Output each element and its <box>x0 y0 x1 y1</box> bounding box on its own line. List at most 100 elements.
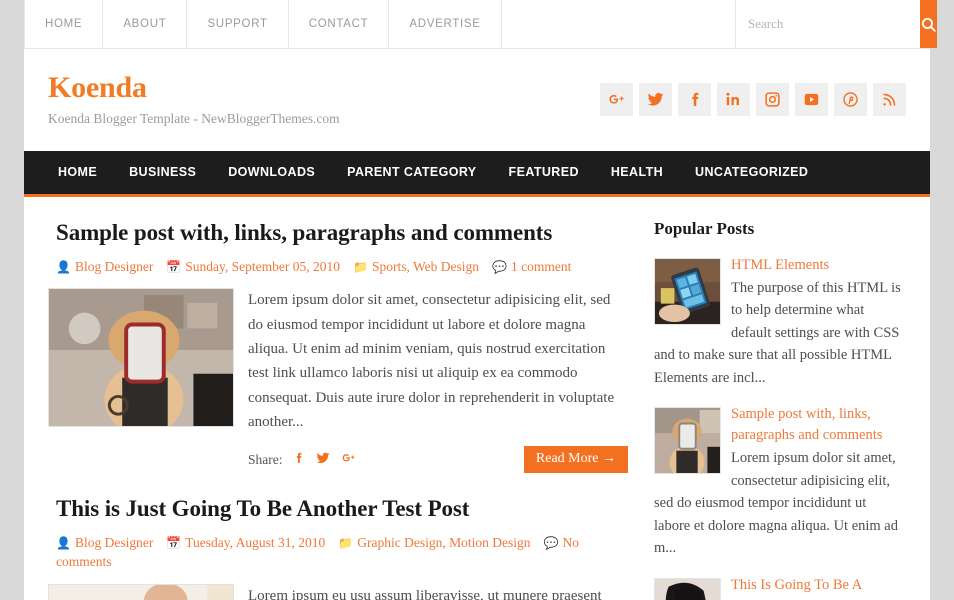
folder-icon: 📁 <box>353 259 368 274</box>
post-excerpt: Lorem ipsum eu usu assum liberavisse, ut… <box>248 587 602 600</box>
main-navigation: HOME BUSINESS DOWNLOADS PARENT CATEGORY … <box>24 151 930 197</box>
post-meta: 👤 Blog Designer 📅 Tuesday, August 31, 2010 📁… <box>56 533 628 572</box>
user-icon: 👤 <box>56 535 71 550</box>
post-title[interactable]: This is Just Going To Be Another Test Po… <box>56 495 628 524</box>
popular-post-item: HTML Elements The purpose of this HTML i… <box>654 255 906 389</box>
rss-icon <box>883 93 896 106</box>
mainnav-item-business[interactable]: BUSINESS <box>113 151 212 194</box>
social-instagram[interactable] <box>756 82 789 116</box>
post-comments-link[interactable]: 1 comment <box>511 259 571 274</box>
post-excerpt: Lorem ipsum dolor sit amet, consectetur … <box>248 292 615 430</box>
share-icons <box>292 451 356 469</box>
mainnav-item-downloads[interactable]: DOWNLOADS <box>212 151 331 194</box>
topnav-item-about[interactable]: ABOUT <box>103 0 188 48</box>
calendar-icon: 📅 <box>166 535 182 550</box>
brand[interactable]: Koenda Koenda Blogger Template - NewBlog… <box>48 71 600 127</box>
social-facebook[interactable] <box>678 82 711 116</box>
post-date-link[interactable]: Sunday, September 05, 2010 <box>185 259 340 274</box>
search-button[interactable] <box>920 0 937 48</box>
post-body: Lorem ipsum eu usu assum liberavisse, ut… <box>48 583 628 600</box>
top-navigation: HOME ABOUT SUPPORT CONTACT ADVERTISE <box>24 0 502 48</box>
social-youtube[interactable] <box>795 82 828 116</box>
post-thumbnail[interactable] <box>48 583 234 600</box>
top-bar: HOME ABOUT SUPPORT CONTACT ADVERTISE <box>24 0 937 49</box>
post-thumbnail-image <box>49 584 233 600</box>
site-title: Koenda <box>48 71 147 104</box>
post-categories-link[interactable]: Sports, Web Design <box>372 259 479 274</box>
post-list: Sample post with, links, paragraphs and … <box>48 219 628 600</box>
social-pinterest[interactable] <box>834 82 867 116</box>
social-google-plus[interactable] <box>600 82 633 116</box>
popular-post-thumbnail-image <box>655 578 720 600</box>
popular-post-item: Sample post with, links, paragraphs and … <box>654 404 906 559</box>
user-icon: 👤 <box>56 259 71 274</box>
comment-icon: 💬 <box>543 535 559 550</box>
topnav-item-home[interactable]: HOME <box>24 0 104 48</box>
widget-title: Popular Posts <box>654 219 755 238</box>
popular-post-thumbnail-image <box>655 408 720 474</box>
post-thumbnail[interactable] <box>48 288 234 428</box>
post-excerpt-column: Lorem ipsum eu usu assum liberavisse, ut… <box>248 584 628 600</box>
post-author: 👤 Blog Designer <box>56 535 153 550</box>
social-twitter[interactable] <box>639 82 672 116</box>
post-title[interactable]: Sample post with, links, paragraphs and … <box>56 219 628 248</box>
post-categories: 📁 Sports, Web Design <box>353 259 479 274</box>
search-input[interactable] <box>736 0 920 48</box>
post-thumbnail-image <box>49 289 233 427</box>
content-area: Sample post with, links, paragraphs and … <box>24 197 930 600</box>
post-meta: 👤 Blog Designer 📅 Sunday, September 05, 201… <box>56 257 628 277</box>
site-header: Koenda Koenda Blogger Template - NewBlog… <box>24 49 930 151</box>
popular-posts-widget: Popular Posts HTML Elements The purpose … <box>654 219 906 600</box>
popular-post-thumbnail[interactable] <box>654 258 721 325</box>
post-share-row: Share: Read More → <box>248 446 628 474</box>
sidebar: Popular Posts HTML Elements The purpose … <box>654 219 906 600</box>
post-date: 📅 Tuesday, August 31, 2010 <box>166 535 325 550</box>
topnav-item-contact[interactable]: CONTACT <box>289 0 390 48</box>
linkedin-icon <box>726 92 739 105</box>
post-date: 📅 Sunday, September 05, 2010 <box>166 259 340 274</box>
read-more-button[interactable]: Read More → <box>523 446 628 474</box>
mainnav-item-uncategorized[interactable]: UNCATEGORIZED <box>679 151 824 194</box>
page-root: HOME ABOUT SUPPORT CONTACT ADVERTISE Sea… <box>0 0 954 600</box>
post-comments: 💬 1 comment <box>492 259 571 274</box>
post-excerpt-column: Lorem ipsum dolor sit amet, consectetur … <box>248 288 628 474</box>
post-date-link[interactable]: Tuesday, August 31, 2010 <box>185 535 325 550</box>
youtube-icon <box>804 93 819 105</box>
post-author-link[interactable]: Blog Designer <box>75 259 153 274</box>
popular-post-item: This Is Going To Be A Decent Length Titl… <box>654 575 906 600</box>
site-container: HOME ABOUT SUPPORT CONTACT ADVERTISE Sea… <box>24 0 937 600</box>
calendar-icon: 📅 <box>166 259 182 274</box>
folder-icon: 📁 <box>338 535 354 550</box>
post-item: This is Just Going To Be Another Test Po… <box>48 495 628 600</box>
twitter-icon <box>316 452 329 463</box>
mainnav-item-featured[interactable]: FEATURED <box>493 151 595 194</box>
facebook-icon <box>692 92 699 106</box>
pinterest-icon <box>843 91 858 107</box>
share-twitter[interactable] <box>316 451 330 469</box>
post-item: Sample post with, links, paragraphs and … <box>48 219 628 474</box>
post-author: 👤 Blog Designer <box>56 259 153 274</box>
social-linkedin[interactable] <box>717 82 750 116</box>
share-facebook[interactable] <box>292 451 305 469</box>
comment-icon: 💬 <box>492 259 507 274</box>
popular-post-thumbnail[interactable] <box>654 577 721 600</box>
mainnav-item-health[interactable]: HEALTH <box>595 151 679 194</box>
topnav-item-advertise[interactable]: ADVERTISE <box>389 0 502 48</box>
post-author-link[interactable]: Blog Designer <box>75 535 153 550</box>
google-plus-icon <box>342 453 354 461</box>
topnav-item-support[interactable]: SUPPORT <box>187 0 289 48</box>
mainnav-item-home[interactable]: HOME <box>42 151 113 194</box>
twitter-icon <box>647 92 664 106</box>
post-body: Lorem ipsum dolor sit amet, consectetur … <box>48 288 628 474</box>
post-categories-link[interactable]: Graphic Design, Motion Design <box>357 535 530 550</box>
facebook-icon <box>296 452 301 463</box>
search-box <box>735 0 937 48</box>
popular-post-thumbnail[interactable] <box>654 407 721 475</box>
social-rss[interactable] <box>873 82 906 116</box>
mainnav-item-parent-category[interactable]: PARENT CATEGORY <box>331 151 492 194</box>
popular-post-thumbnail-image <box>655 259 720 324</box>
share-label: Share: <box>248 451 283 467</box>
search-icon <box>921 17 936 32</box>
share-google-plus[interactable] <box>341 451 356 469</box>
social-links <box>600 82 906 116</box>
